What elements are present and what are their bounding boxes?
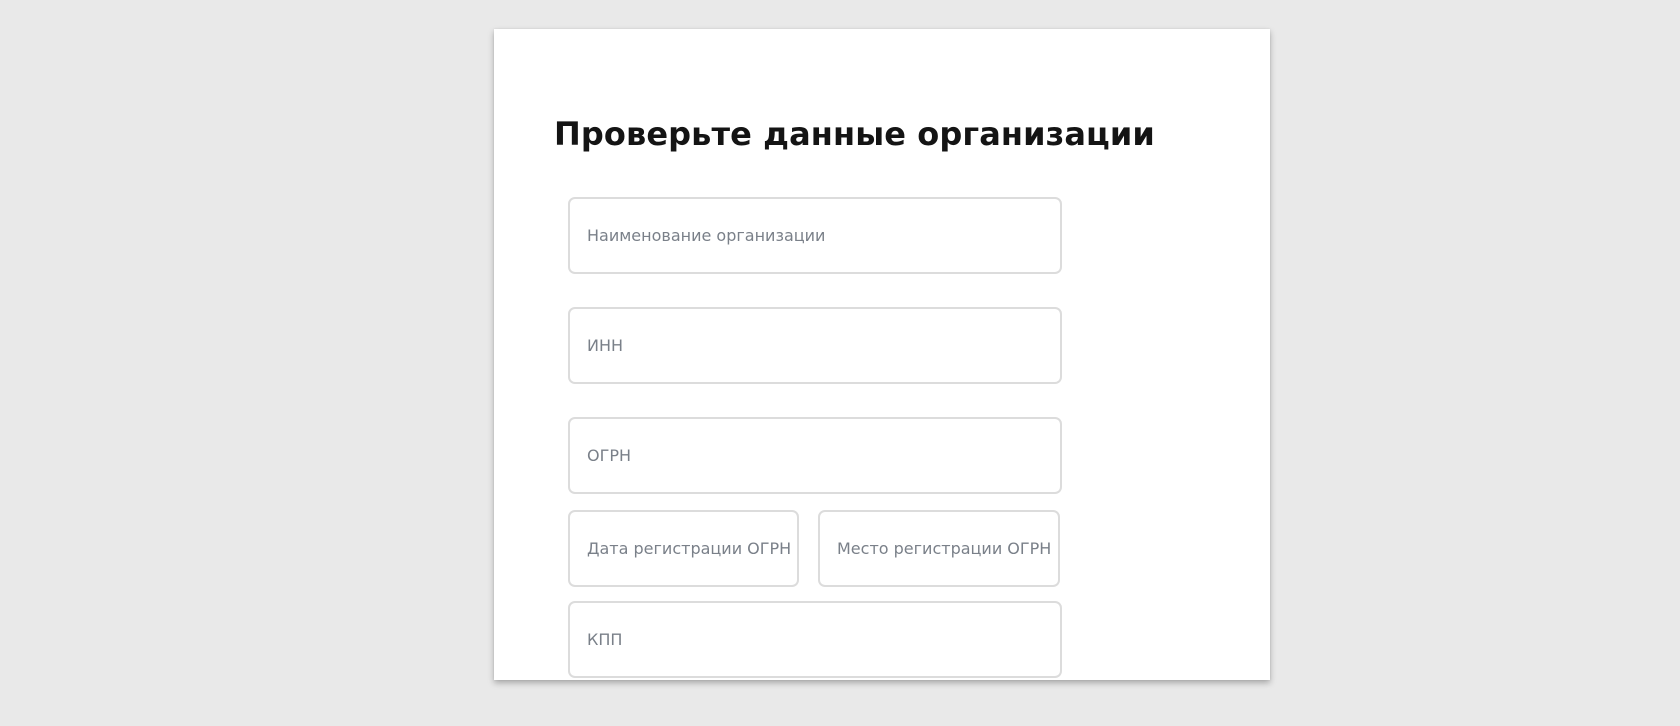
organization-form-card: Проверьте данные организации Наименовани… bbox=[494, 29, 1270, 680]
inn-label: ИНН bbox=[587, 336, 624, 355]
ogrn-label: ОГРН bbox=[587, 446, 632, 465]
org-name-label: Наименование организации bbox=[587, 226, 826, 245]
ogrn-registration-date-label: Дата регистрации ОГРН bbox=[587, 539, 792, 558]
page-title: Проверьте данные организации bbox=[554, 115, 1155, 153]
kpp-field[interactable]: КПП bbox=[568, 601, 1062, 678]
ogrn-field[interactable]: ОГРН bbox=[568, 417, 1062, 494]
ogrn-registration-place-label: Место регистрации ОГРН bbox=[837, 539, 1052, 558]
ogrn-registration-date-field[interactable]: Дата регистрации ОГРН bbox=[568, 510, 799, 587]
inn-field[interactable]: ИНН bbox=[568, 307, 1062, 384]
org-name-field[interactable]: Наименование организации bbox=[568, 197, 1062, 274]
kpp-label: КПП bbox=[587, 630, 623, 649]
ogrn-registration-place-field[interactable]: Место регистрации ОГРН bbox=[818, 510, 1060, 587]
